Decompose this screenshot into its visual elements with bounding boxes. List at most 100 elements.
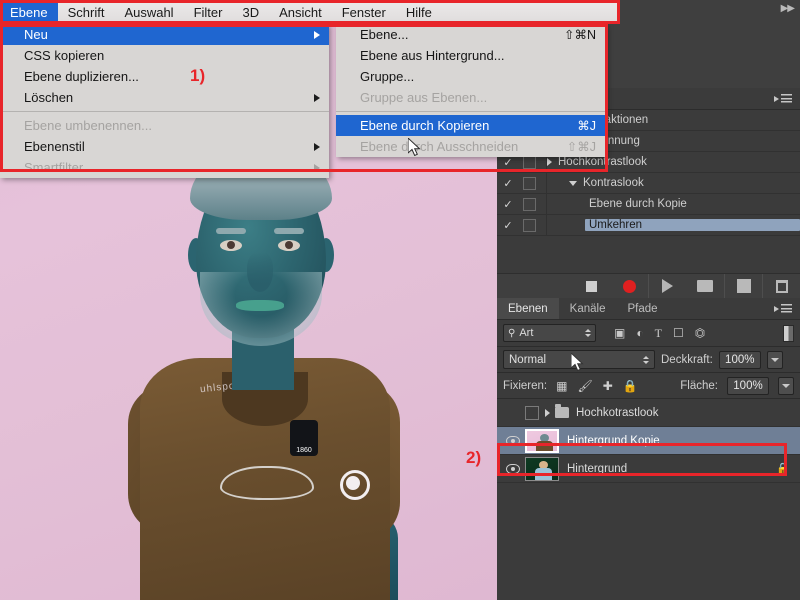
- annotation-label-2: 2): [466, 448, 482, 467]
- menu-3d[interactable]: 3D: [232, 0, 269, 24]
- fill-value[interactable]: 100%: [727, 376, 769, 395]
- image-brow-right: [274, 228, 304, 234]
- layer-thumbnail[interactable]: [525, 456, 559, 481]
- menu-auswahl[interactable]: Auswahl: [114, 0, 183, 24]
- chevron-right-icon[interactable]: [547, 158, 552, 166]
- menu-item-label: Gruppe...: [360, 69, 415, 84]
- smartobject-filter-icon[interactable]: ⏣: [695, 326, 705, 340]
- neu-submenu[interactable]: Ebene... ⇧⌘N Ebene aus Hintergrund... Gr…: [336, 24, 606, 157]
- action-toggle-dialog[interactable]: [519, 173, 547, 193]
- record-button[interactable]: [610, 274, 648, 299]
- action-toggle-dialog[interactable]: [519, 215, 547, 235]
- menu-schrift[interactable]: Schrift: [58, 0, 115, 24]
- layer-row-hintergrund-kopie[interactable]: Hintergrund Kopie: [497, 427, 800, 455]
- layer-visibility-toggle[interactable]: [501, 435, 525, 446]
- menu-item-label: Gruppe aus Ebenen...: [360, 90, 488, 105]
- hamburger-icon: [781, 94, 792, 103]
- tab-ebenen[interactable]: Ebenen: [497, 298, 559, 319]
- image-filter-icon[interactable]: ▣: [614, 326, 625, 340]
- action-row[interactable]: ✓ Ebene durch Kopie: [497, 194, 800, 215]
- play-button[interactable]: [648, 273, 686, 299]
- lock-image-icon[interactable]: 🖌: [577, 379, 592, 393]
- image-mouth: [236, 300, 284, 311]
- layer-row-group[interactable]: Hochkotrastlook: [497, 399, 800, 427]
- action-toggle-dialog[interactable]: [519, 194, 547, 214]
- action-label: Ebene durch Kopie: [589, 198, 687, 210]
- lock-all-icon[interactable]: 🔒: [623, 379, 638, 393]
- filter-icons: ▣ ◐ T ☐ ⏣: [614, 326, 705, 341]
- opacity-value[interactable]: 100%: [718, 350, 761, 369]
- submenu-item-ebene-aus-hintergrund[interactable]: Ebene aus Hintergrund...: [336, 45, 606, 66]
- filter-kind-label: Art: [519, 327, 534, 339]
- menu-item-neu[interactable]: Neu: [0, 24, 329, 45]
- chevron-right-icon: [314, 93, 320, 102]
- submenu-item-ebene[interactable]: Ebene... ⇧⌘N: [336, 24, 606, 45]
- badge-year-label: 1860: [296, 447, 312, 454]
- new-action-button[interactable]: [724, 273, 762, 299]
- layers-panel-menu-button[interactable]: [774, 298, 800, 319]
- action-row[interactable]: ✓ Kontraslook: [497, 173, 800, 194]
- collapse-panels-icon[interactable]: ▶▶: [781, 3, 795, 14]
- sponsor-logo: [220, 466, 314, 500]
- action-check[interactable]: ✓: [497, 177, 519, 190]
- menu-item-ebene-duplizieren[interactable]: Ebene duplizieren...: [0, 66, 329, 87]
- image-eye-right: [278, 240, 300, 251]
- layer-filter-row: ⚲ Art ▣ ◐ T ☐ ⏣: [497, 320, 800, 347]
- delete-button[interactable]: [762, 273, 800, 299]
- layer-list-empty-space: [497, 483, 800, 563]
- menu-item-label: Ebene...: [360, 27, 409, 42]
- type-filter-icon[interactable]: T: [655, 326, 662, 341]
- action-label: Kontraslook: [583, 177, 644, 189]
- menu-filter[interactable]: Filter: [184, 0, 233, 24]
- action-check[interactable]: ✓: [497, 198, 519, 211]
- menu-hilfe[interactable]: Hilfe: [396, 0, 442, 24]
- adjustment-filter-icon[interactable]: ◐: [636, 326, 643, 340]
- action-check[interactable]: ✓: [497, 156, 519, 169]
- image-nose: [247, 252, 273, 292]
- action-row[interactable]: ✓ Umkehren: [497, 215, 800, 236]
- menu-bar: Ebene Schrift Auswahl Filter 3D Ansicht …: [0, 0, 620, 24]
- chevron-down-icon: [774, 95, 779, 102]
- submenu-item-gruppe[interactable]: Gruppe...: [336, 66, 606, 87]
- mouse-cursor-layers: [571, 353, 584, 372]
- layer-visibility-toggle[interactable]: [501, 463, 525, 474]
- layer-name: Hintergrund: [567, 462, 628, 475]
- annotation-label-1: 1): [190, 66, 206, 85]
- layer-row-hintergrund[interactable]: Hintergrund 🔒: [497, 455, 800, 483]
- lock-icon: 🔒: [776, 463, 790, 475]
- submenu-item-ebene-durch-kopieren[interactable]: Ebene durch Kopieren ⌘J: [336, 115, 606, 136]
- club-badge: 1860: [290, 420, 318, 456]
- layers-panel-tabrow: Ebenen Kanäle Pfade: [497, 298, 800, 320]
- new-set-button[interactable]: [686, 274, 724, 299]
- menu-item-label: Smartfilter: [24, 160, 84, 175]
- layer-thumbnail[interactable]: [525, 428, 559, 453]
- layer-list[interactable]: Hochkotrastlook Hintergrund Kopie Hinter…: [497, 399, 800, 563]
- menu-item-ebene-umbenennen: Ebene umbenennen...: [0, 115, 329, 136]
- fill-stepper[interactable]: [778, 376, 794, 395]
- menu-item-loeschen[interactable]: Löschen: [0, 87, 329, 108]
- chevron-down-icon[interactable]: [569, 180, 577, 186]
- menu-ebene[interactable]: Ebene: [0, 0, 58, 24]
- filter-kind-select[interactable]: ⚲ Art: [503, 324, 596, 342]
- menu-item-label: Ebene aus Hintergrund...: [360, 48, 505, 63]
- ebene-dropdown-menu[interactable]: Neu CSS kopieren Ebene duplizieren... Lö…: [0, 24, 329, 178]
- layers-panel: Ebenen Kanäle Pfade ⚲ Art ▣ ◐ T ☐ ⏣ Norm…: [497, 298, 800, 600]
- menu-item-css-kopieren[interactable]: CSS kopieren: [0, 45, 329, 66]
- menu-fenster[interactable]: Fenster: [332, 0, 396, 24]
- uhlsport-logo: [340, 470, 370, 500]
- action-check[interactable]: ✓: [497, 219, 519, 232]
- menu-item-ebenenstil[interactable]: Ebenenstil: [0, 136, 329, 157]
- menu-separator: [0, 111, 329, 112]
- menu-item-label: Ebenenstil: [24, 139, 85, 154]
- actions-panel-menu-button[interactable]: [774, 88, 800, 109]
- lock-transparency-icon[interactable]: ▦: [556, 379, 567, 393]
- stop-button[interactable]: [572, 274, 610, 299]
- chevron-right-icon[interactable]: [545, 408, 550, 417]
- tab-kanaele[interactable]: Kanäle: [558, 298, 617, 319]
- tab-pfade[interactable]: Pfade: [616, 298, 669, 319]
- menu-ansicht[interactable]: Ansicht: [269, 0, 332, 24]
- shape-filter-icon[interactable]: ☐: [673, 326, 684, 340]
- lock-position-icon[interactable]: ✚: [603, 379, 613, 393]
- filter-enable-toggle[interactable]: [783, 324, 794, 342]
- opacity-stepper[interactable]: [766, 350, 783, 369]
